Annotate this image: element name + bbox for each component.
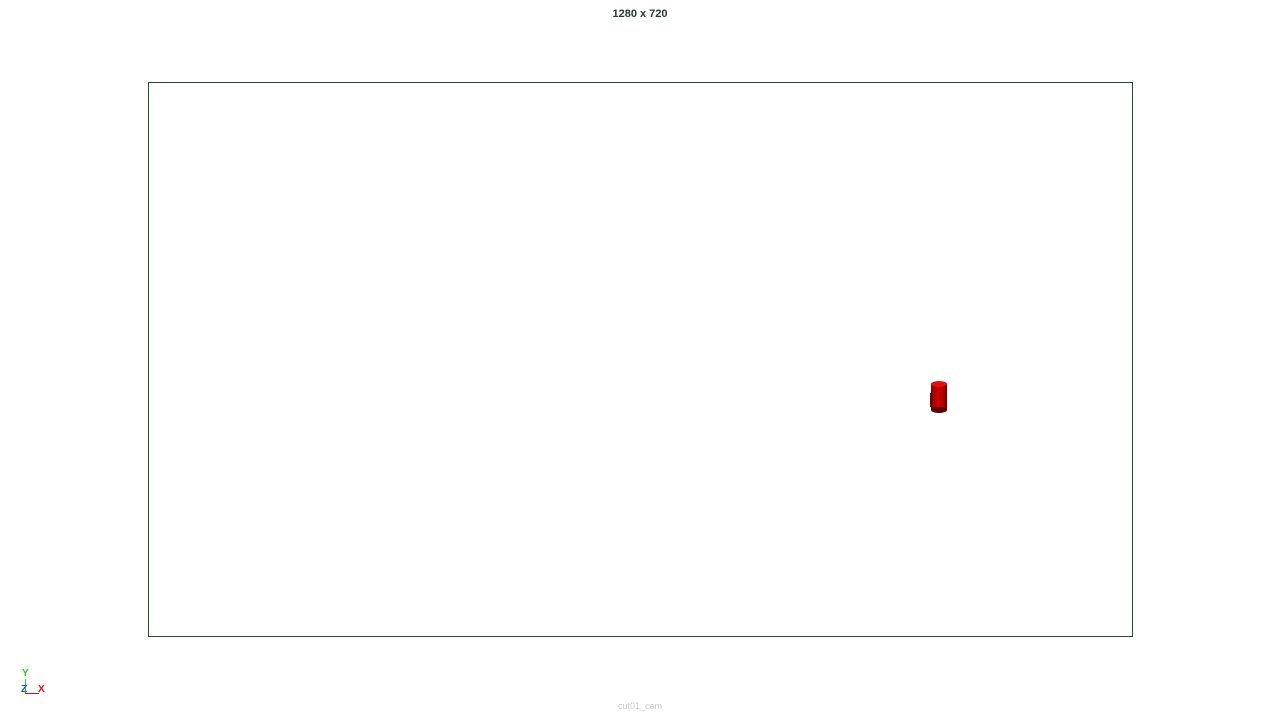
camera-name-label: cut01_cam (617, 701, 663, 711)
y-axis-label: Y (22, 668, 29, 679)
axis-gizmo: Y Z X (18, 666, 50, 698)
resolution-label: 1280 x 720 (612, 8, 668, 20)
x-axis-label: X (38, 684, 45, 695)
viewport-panel[interactable]: 1280 x 720 cut01_cam Y Z X (0, 0, 1280, 720)
z-axis-label: Z (21, 684, 28, 695)
resolution-gate (148, 82, 1133, 637)
red-cylinder-object[interactable] (929, 380, 949, 414)
